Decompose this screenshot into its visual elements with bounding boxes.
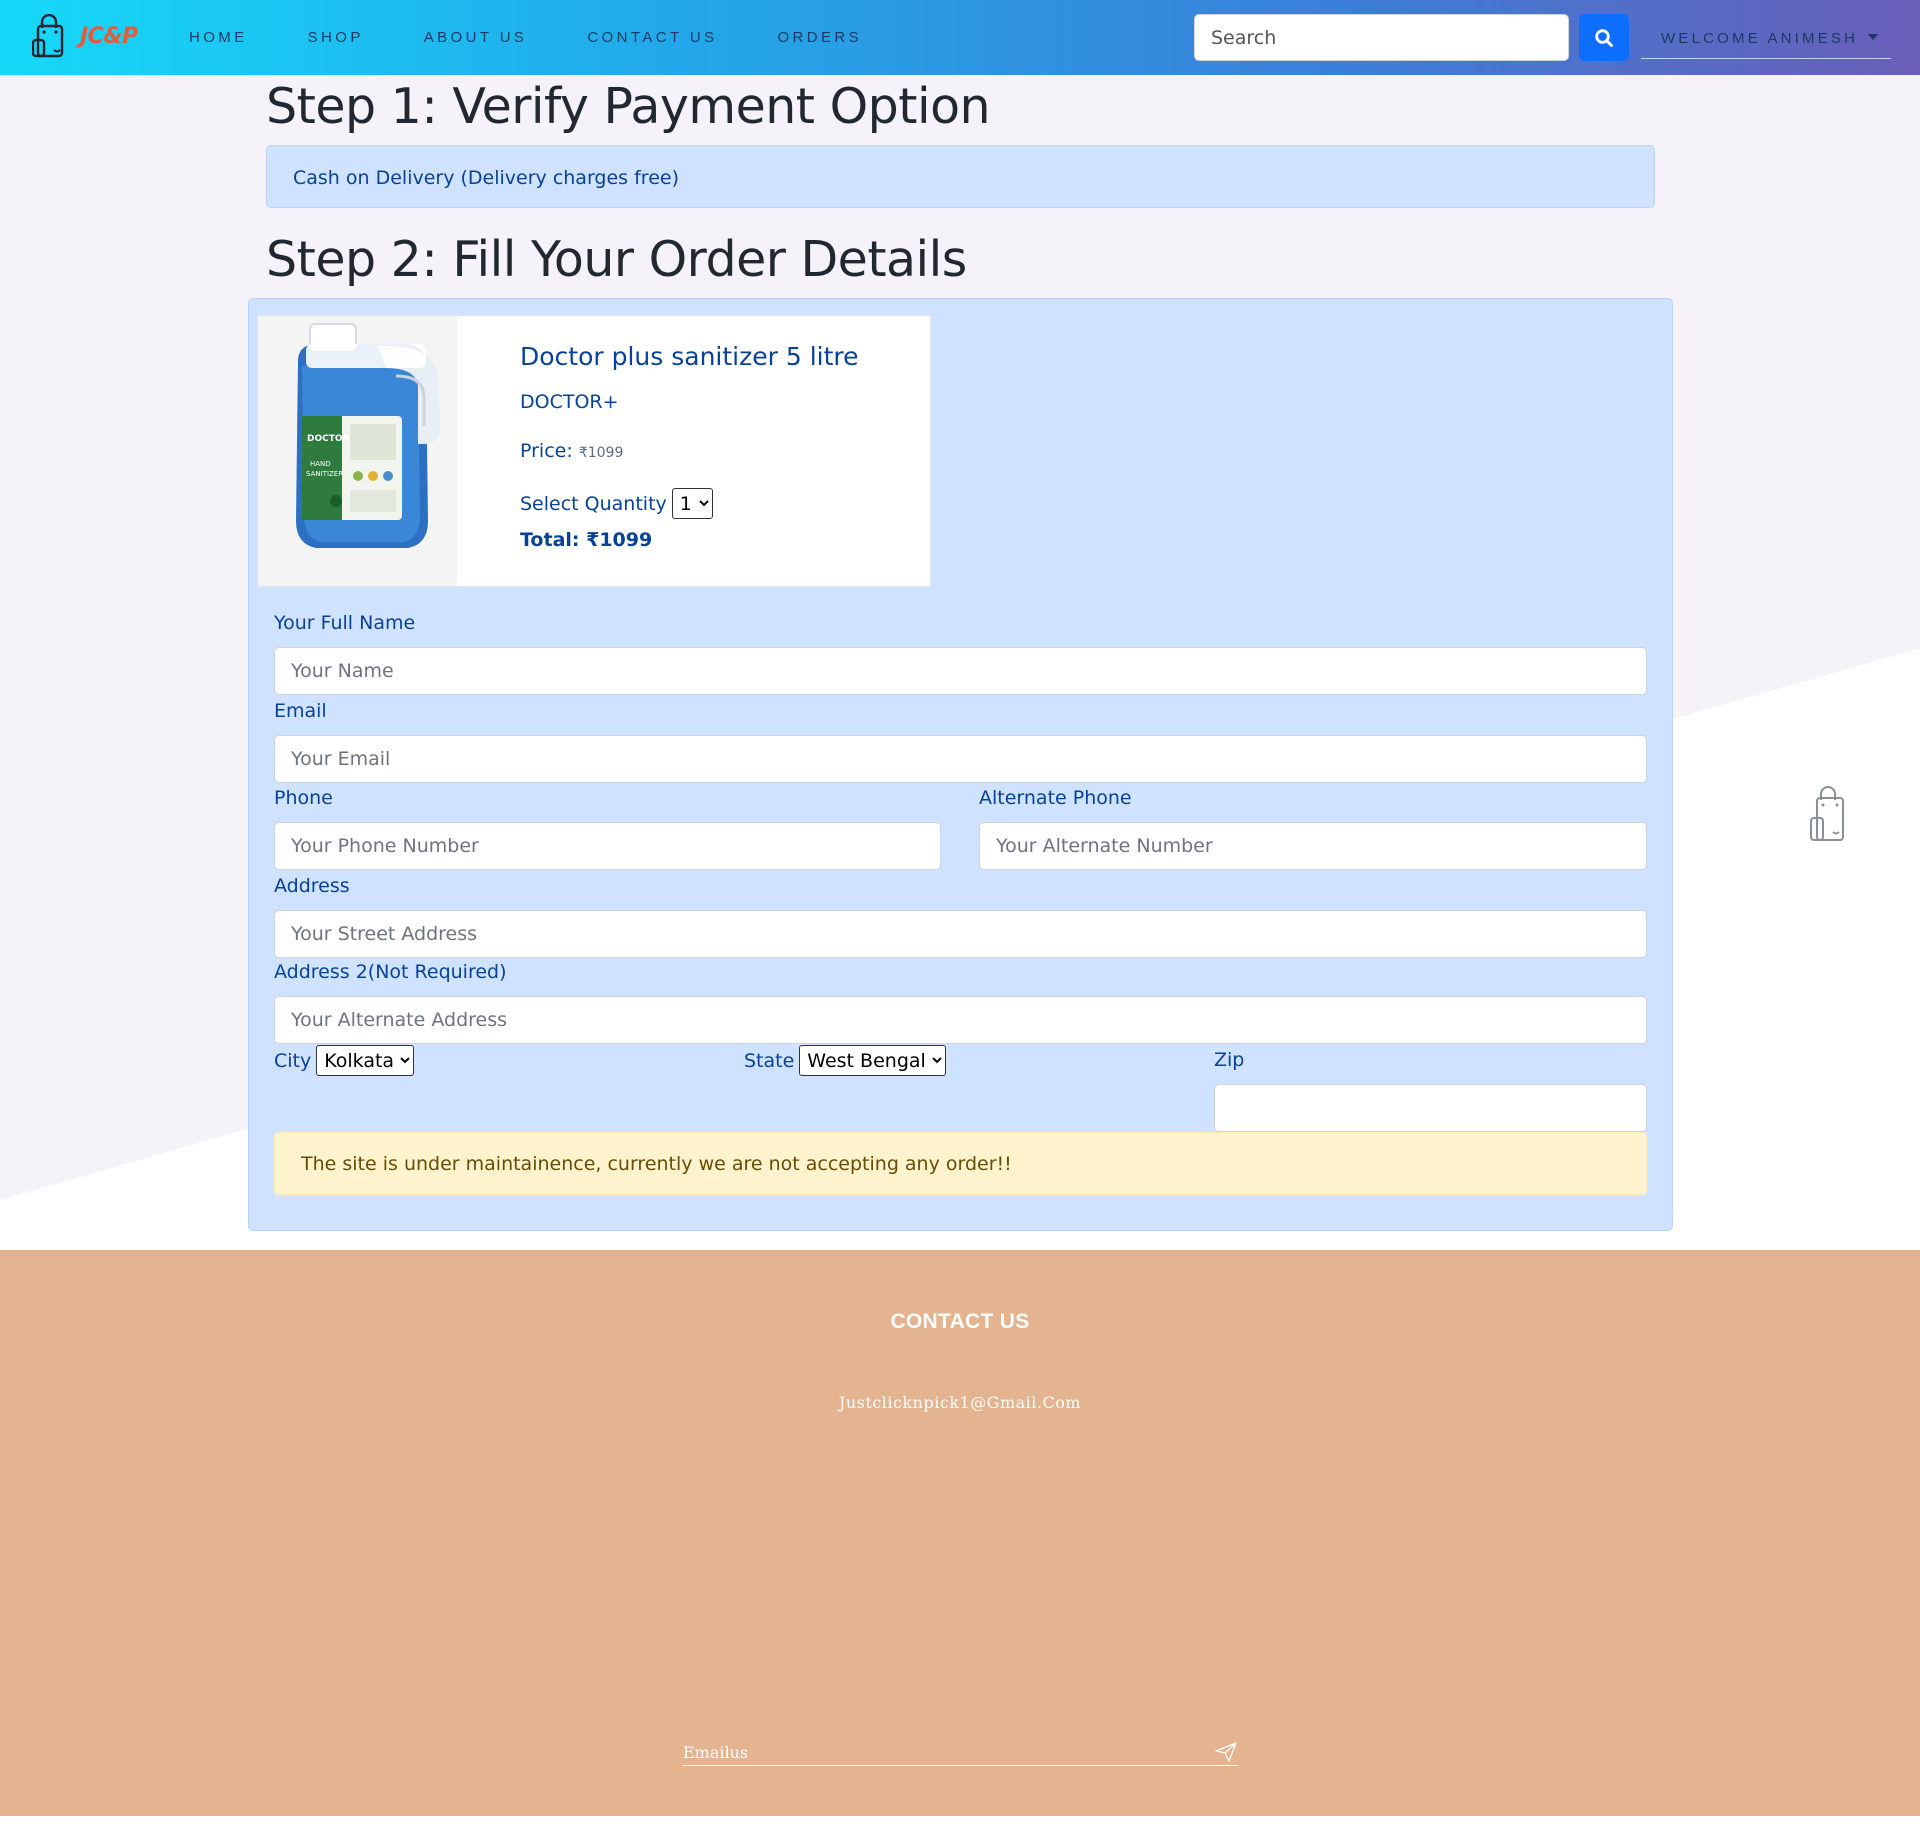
- price-value: ₹1099: [578, 445, 624, 461]
- search-input[interactable]: [1194, 14, 1569, 61]
- zip-label: Zip: [1214, 1049, 1245, 1071]
- newsletter-email-input[interactable]: [683, 1740, 1183, 1764]
- state-select[interactable]: West Bengal: [799, 1045, 947, 1076]
- city-label: City: [274, 1049, 312, 1072]
- newsletter-send-button[interactable]: [1214, 1740, 1238, 1764]
- alternate-phone-label: Alternate Phone: [979, 787, 1132, 809]
- full-name-label: Your Full Name: [274, 612, 416, 634]
- alternate-phone-input[interactable]: [979, 822, 1647, 870]
- order-form-card: DOCTOR+ HAND SANITIZER Doctor plus sanit…: [248, 298, 1673, 1231]
- product-brand: DOCTOR+: [520, 391, 619, 413]
- svg-text:SANITIZER: SANITIZER: [306, 470, 343, 478]
- product-price: Price: ₹1099: [520, 440, 623, 462]
- address-input[interactable]: [274, 910, 1647, 958]
- nav-about-us[interactable]: ABOUT US: [424, 29, 528, 46]
- caret-down-icon: [1867, 34, 1878, 40]
- brand[interactable]: JC&P: [32, 14, 138, 58]
- step1-title: Step 1: Verify Payment Option: [266, 78, 991, 135]
- address2-label: Address 2(Not Required): [274, 961, 507, 983]
- city-select[interactable]: Kolkata: [316, 1045, 415, 1076]
- search-icon: [1595, 28, 1613, 47]
- step2-title: Step 2: Fill Your Order Details: [266, 231, 967, 288]
- email-label: Email: [274, 700, 327, 722]
- city-field: City Kolkata: [274, 1045, 415, 1076]
- search-button[interactable]: [1579, 14, 1629, 61]
- nav-home[interactable]: HOME: [189, 29, 248, 46]
- svg-text:HAND: HAND: [310, 460, 331, 468]
- maintenance-alert: The site is under maintainence, currentl…: [274, 1132, 1647, 1195]
- address2-input[interactable]: [274, 996, 1647, 1044]
- footer-title: CONTACT US: [890, 1310, 1030, 1333]
- payment-option-alert: Cash on Delivery (Delivery charges free): [266, 145, 1655, 208]
- svg-text:DOCTOR+: DOCTOR+: [307, 434, 357, 444]
- shopping-bag-icon[interactable]: [1808, 784, 1848, 844]
- sanitizer-bottle-image: DOCTOR+ HAND SANITIZER: [258, 316, 457, 586]
- shopping-bag-icon: [32, 14, 64, 58]
- state-label: State: [744, 1049, 795, 1072]
- zip-input[interactable]: [1214, 1084, 1647, 1132]
- quantity-row: Select Quantity 1: [520, 488, 713, 519]
- footer-email-link[interactable]: Justclicknpick1@Gmail.Com: [0, 1393, 1920, 1412]
- phone-label: Phone: [274, 787, 333, 809]
- paper-plane-icon: [1215, 1742, 1237, 1762]
- nav-shop[interactable]: SHOP: [308, 29, 364, 46]
- brand-name[interactable]: JC&P: [80, 24, 138, 49]
- footer: CONTACT US Justclicknpick1@Gmail.Com: [0, 1250, 1920, 1816]
- navbar: JC&P HOME SHOP ABOUT US CONTACT US ORDER…: [0, 0, 1920, 75]
- product-card: DOCTOR+ HAND SANITIZER Doctor plus sanit…: [257, 315, 931, 587]
- nav-orders[interactable]: ORDERS: [777, 29, 862, 46]
- newsletter-form: [683, 1740, 1238, 1766]
- product-image: DOCTOR+ HAND SANITIZER: [258, 316, 457, 586]
- quantity-select[interactable]: 1: [671, 488, 713, 519]
- email-input[interactable]: [274, 735, 1647, 783]
- address-label: Address: [274, 875, 350, 897]
- product-name: Doctor plus sanitizer 5 litre: [520, 342, 859, 371]
- phone-input[interactable]: [274, 822, 941, 870]
- user-menu-label: WELCOME ANIMESH: [1661, 30, 1859, 47]
- state-field: State West Bengal: [744, 1045, 947, 1076]
- quantity-label: Select Quantity: [520, 492, 667, 515]
- nav-links: HOME SHOP ABOUT US CONTACT US ORDERS: [189, 0, 922, 75]
- price-label: Price:: [520, 440, 573, 462]
- user-menu-dropdown[interactable]: WELCOME ANIMESH: [1641, 22, 1891, 59]
- full-name-input[interactable]: [274, 647, 1647, 695]
- order-total: Total: ₹1099: [520, 529, 653, 551]
- nav-contact-us[interactable]: CONTACT US: [587, 29, 717, 46]
